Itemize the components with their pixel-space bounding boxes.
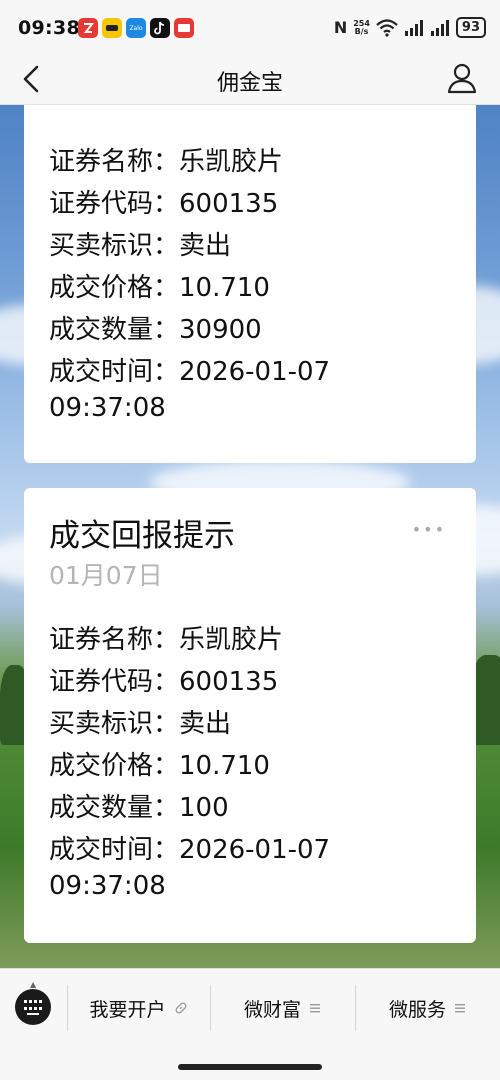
nfc-icon: N <box>333 18 348 37</box>
card-title: 成交回报提示 <box>49 518 235 554</box>
wifi-icon <box>376 18 398 37</box>
keyboard-toggle-icon[interactable]: ▲ <box>15 980 51 1025</box>
status-time: 09:38 <box>18 17 80 39</box>
system-icons: N 254 B/s 93 <box>334 17 486 38</box>
menu-label: 微服务 <box>388 998 446 1021</box>
notification-icons: Zalo <box>78 18 194 40</box>
trade-quantity-line: 成交数量：100 <box>49 793 229 823</box>
security-name-line: 证券名称：乐凯胶片 <box>49 625 284 655</box>
trade-report-card-1: 证券名称：乐凯胶片 证券代码：600135 买卖标识：卖出 成交价格：10.71… <box>24 105 476 463</box>
more-options-icon[interactable]: ••• <box>412 520 446 539</box>
network-speed: 254 B/s <box>353 18 370 36</box>
security-code-line: 证券代码：600135 <box>49 667 279 697</box>
trade-time-line: 成交时间：2026-01-07 <box>49 835 331 865</box>
battery-indicator: 93 <box>455 17 486 38</box>
title-bar: 佣金宝 <box>0 56 500 105</box>
menu-wei-fuwu[interactable]: 微服务 <box>355 985 500 1031</box>
menu-lines-icon <box>455 1004 465 1013</box>
bottom-menu-bar: ▲ 我要开户 微财富 微服务 <box>0 968 500 1080</box>
chevron-up-icon: ▲ <box>30 980 37 989</box>
page-title: 佣金宝 <box>216 71 283 96</box>
trade-report-card-2: 成交回报提示 01月07日 ••• 证券名称：乐凯胶片 证券代码：600135 … <box>24 488 476 943</box>
trade-price-line: 成交价格：10.710 <box>49 751 270 781</box>
card-date: 01月07日 <box>49 561 163 590</box>
menu-lines-icon <box>310 1004 320 1013</box>
trade-time-continued: 09:37:08 <box>49 393 166 423</box>
status-bar: 09:38 Zalo N 254 B/s 93 <box>0 0 500 56</box>
menu-open-account[interactable]: 我要开户 <box>67 985 210 1031</box>
trade-time-line: 成交时间：2026-01-07 <box>49 357 331 387</box>
menu-label: 微财富 <box>243 998 301 1021</box>
signal-2-icon <box>430 19 449 36</box>
trade-direction-line: 买卖标识：卖出 <box>49 231 232 261</box>
stock-app-icon <box>78 18 98 38</box>
meituan-icon <box>102 18 122 38</box>
trade-direction-line: 买卖标识：卖出 <box>49 709 232 739</box>
broker-app-icon <box>174 18 194 38</box>
menu-wei-caifu[interactable]: 微财富 <box>211 985 354 1031</box>
menu-label: 我要开户 <box>89 998 166 1021</box>
trade-price-line: 成交价格：10.710 <box>49 273 270 303</box>
tiktok-icon <box>150 18 170 38</box>
security-code-line: 证券代码：600135 <box>49 189 279 219</box>
signal-1-icon <box>404 19 423 36</box>
zalo-icon: Zalo <box>126 18 146 38</box>
home-indicator[interactable] <box>178 1064 322 1070</box>
link-icon <box>175 1002 186 1014</box>
trade-quantity-line: 成交数量：30900 <box>49 315 262 345</box>
profile-icon[interactable] <box>446 62 478 94</box>
trade-time-continued: 09:37:08 <box>49 871 166 901</box>
security-name-line: 证券名称：乐凯胶片 <box>49 147 284 177</box>
